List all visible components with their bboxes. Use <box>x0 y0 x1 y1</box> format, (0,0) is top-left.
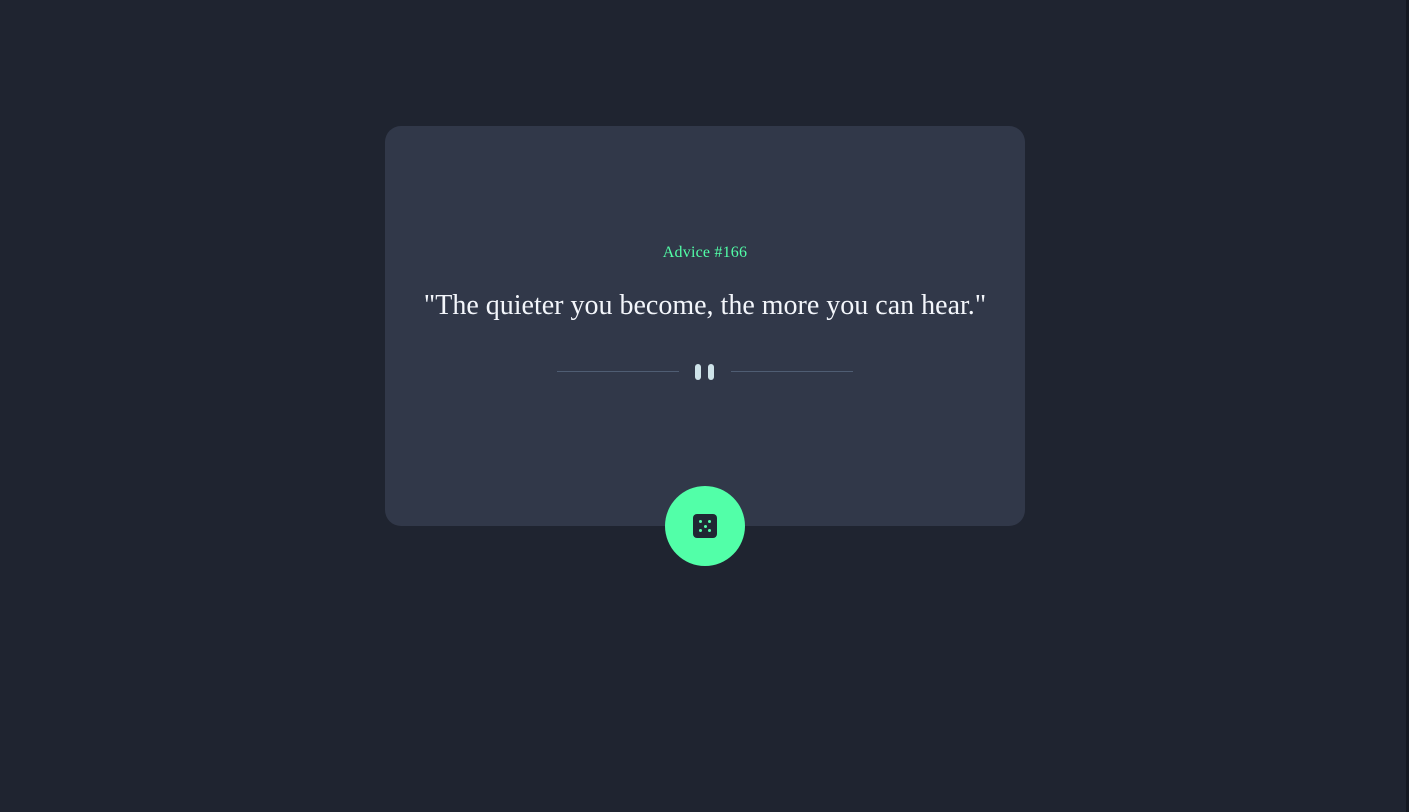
dice-pip <box>699 529 702 532</box>
dice-pip <box>708 529 711 532</box>
advice-card: Advice #166 "The quieter you become, the… <box>385 126 1025 526</box>
pause-icon <box>693 364 717 380</box>
pause-bar-left <box>695 364 701 380</box>
divider-line-right <box>731 371 853 372</box>
dice-pip <box>703 524 707 528</box>
dice-pip <box>708 520 711 523</box>
advice-id: Advice #166 <box>662 244 748 261</box>
advice-text: "The quieter you become, the more you ca… <box>423 290 987 321</box>
dice-pip <box>699 520 702 523</box>
pause-bar-right <box>708 364 714 380</box>
divider-line-left <box>557 371 679 372</box>
divider <box>557 362 853 380</box>
dice-icon <box>693 514 717 538</box>
dice-button[interactable] <box>665 486 745 566</box>
